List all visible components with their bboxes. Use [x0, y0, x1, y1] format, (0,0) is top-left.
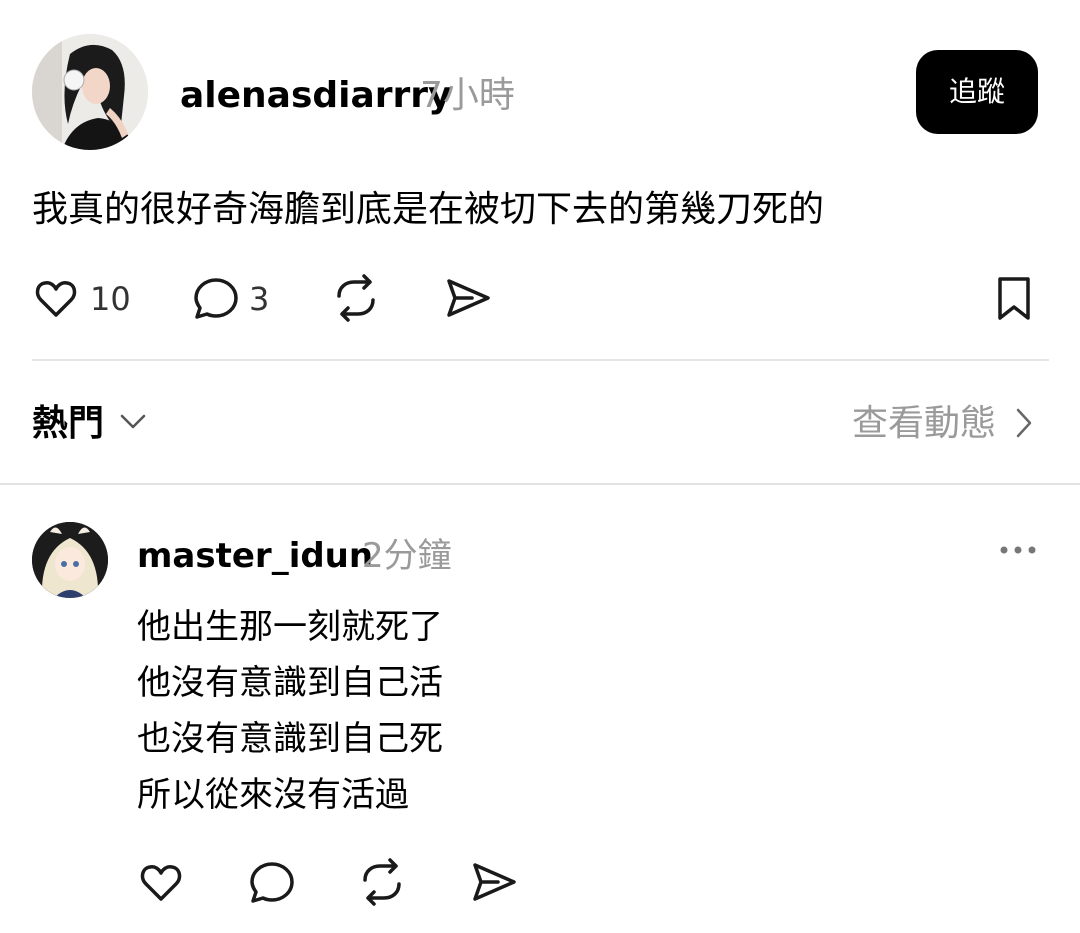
bookmark-icon[interactable]: [990, 274, 1038, 322]
repost-icon[interactable]: [332, 274, 380, 322]
like-count: 10: [90, 280, 131, 318]
comment-icon[interactable]: [192, 274, 240, 322]
chevron-right-icon[interactable]: [1010, 406, 1038, 440]
more-options-icon[interactable]: [998, 538, 1038, 562]
reply-text-line: 他沒有意識到自己活: [137, 663, 443, 703]
reply-share-icon[interactable]: [470, 858, 518, 906]
follow-button[interactable]: 追蹤: [916, 50, 1038, 134]
reply-like-icon[interactable]: [137, 858, 185, 906]
view-activity-link[interactable]: 查看動態: [852, 400, 996, 448]
share-icon[interactable]: [444, 274, 492, 322]
section-divider: [0, 483, 1080, 485]
reply-username[interactable]: master_idun: [137, 534, 373, 578]
post-text: 我真的很好奇海膽到底是在被切下去的第幾刀死的: [32, 189, 825, 230]
reply-time: 2分鐘: [362, 536, 452, 576]
reply-comment-icon[interactable]: [248, 858, 296, 906]
chevron-down-icon[interactable]: [118, 406, 148, 436]
like-icon[interactable]: [32, 274, 80, 322]
post-time: 7小時: [420, 75, 515, 116]
reply-text-line: 也沒有意識到自己死: [137, 719, 443, 759]
reply-avatar[interactable]: [32, 522, 108, 598]
sort-dropdown-label[interactable]: 熱門: [32, 400, 104, 448]
author-avatar[interactable]: [32, 34, 148, 150]
divider: [32, 359, 1049, 361]
reply-repost-icon[interactable]: [358, 858, 406, 906]
reply-text-line: 他出生那一刻就死了: [137, 607, 443, 647]
reply-text-line: 所以從來沒有活過: [137, 775, 409, 815]
author-username[interactable]: alenasdiarrry: [180, 74, 452, 118]
comment-count: 3: [249, 280, 270, 318]
